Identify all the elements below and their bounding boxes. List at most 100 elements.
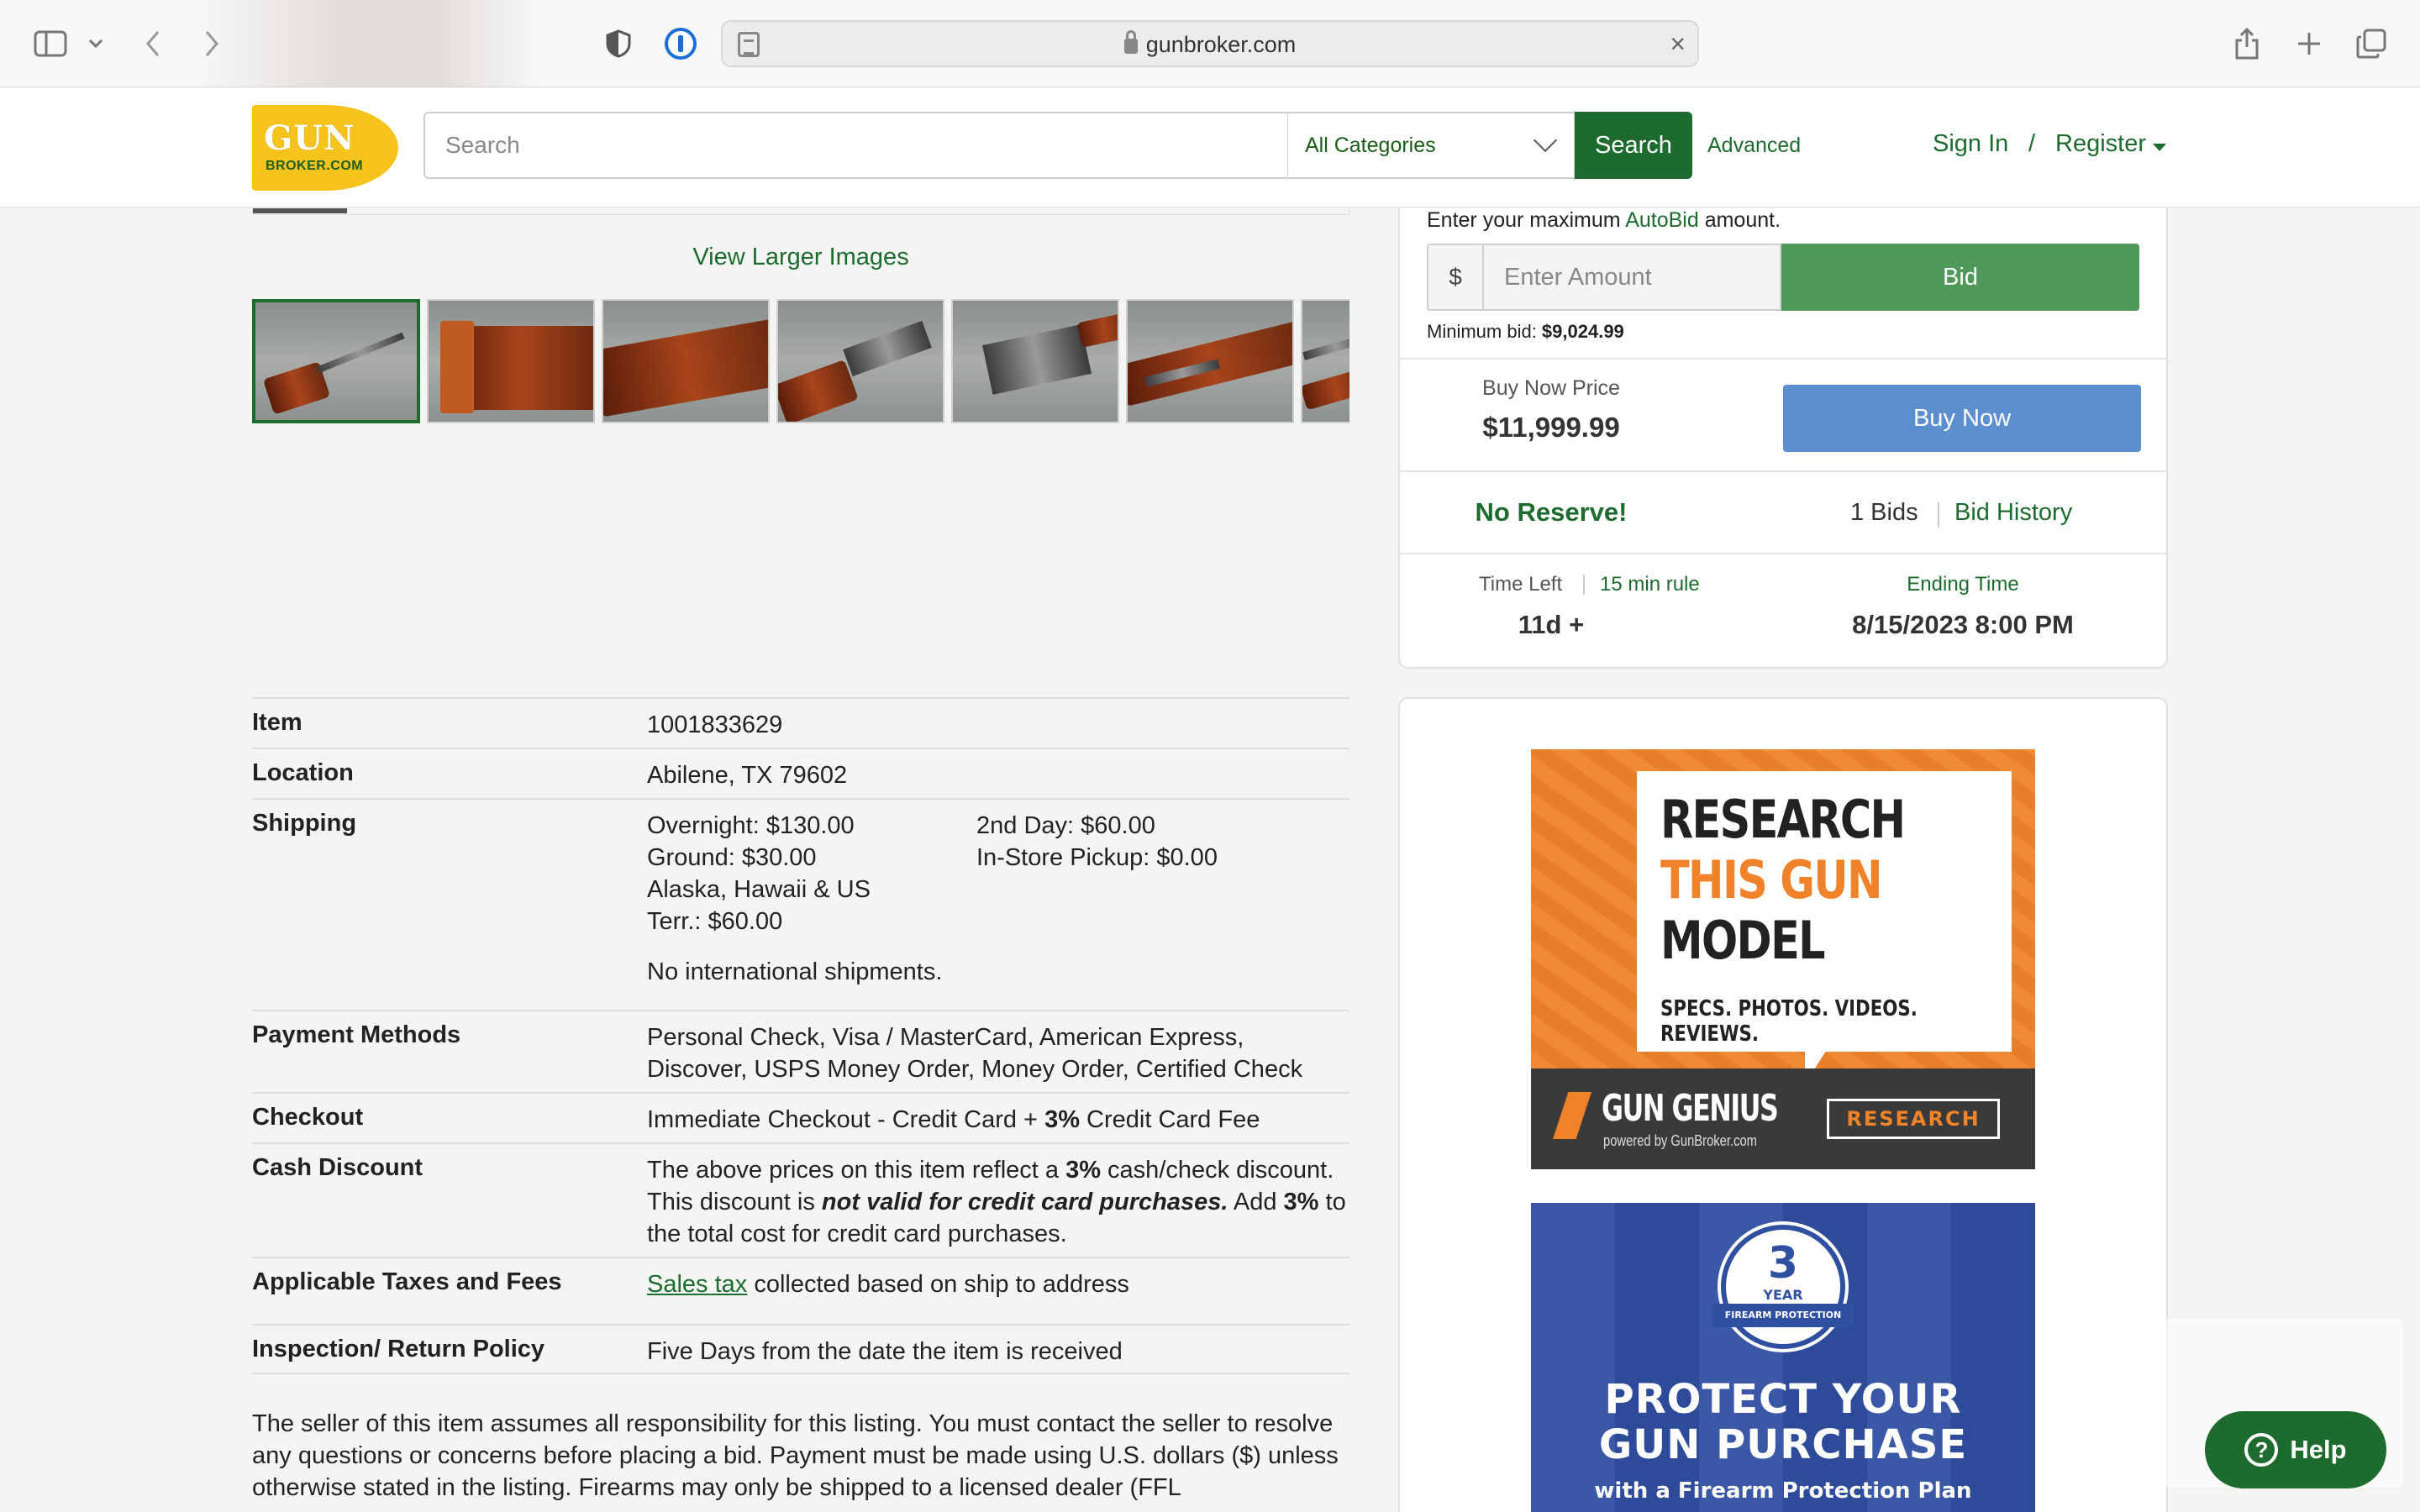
active-tab-indicator <box>253 208 347 213</box>
shipping-second-day: 2nd Day: $60.00 <box>976 812 1155 839</box>
buy-now-button[interactable]: Buy Now <box>1783 385 2141 452</box>
help-button[interactable]: ? Help <box>2205 1411 2386 1488</box>
advanced-search-link[interactable]: Advanced <box>1707 134 1801 158</box>
ending-time-value: 8/15/2023 8:00 PM <box>1852 610 2074 639</box>
sidebar-toggle-icon[interactable] <box>29 22 72 66</box>
divider <box>1400 358 2166 360</box>
share-icon[interactable] <box>2225 22 2269 66</box>
ending-time-label: Ending Time <box>1907 573 2019 596</box>
thumbnail-6[interactable] <box>1126 299 1294 423</box>
view-larger-images-link[interactable]: View Larger Images <box>252 244 1349 271</box>
cash-discount-value: The above prices on this item reflect a … <box>647 1157 1346 1247</box>
sign-in-link[interactable]: Sign In <box>1933 130 2008 158</box>
badge-year: YEAR <box>1763 1287 1803 1303</box>
shipping-in-store: In-Store Pickup: $0.00 <box>976 844 1218 871</box>
gun-genius-logo-icon <box>1553 1092 1591 1139</box>
ad-footer: GUN GENIUS powered by GunBroker.com RESE… <box>1531 1068 2035 1169</box>
bid-button[interactable]: Bid <box>1781 244 2139 311</box>
lock-icon <box>1123 30 1138 54</box>
logo-gun-text: GUN <box>264 118 355 158</box>
research-gun-ad[interactable]: RESEARCH THIS GUN MODEL SPECS. PHOTOS. V… <box>1531 749 2035 1169</box>
no-reserve-label: No Reserve! <box>1475 497 1628 527</box>
back-icon[interactable] <box>131 22 175 66</box>
gunbroker-logo[interactable]: GUN BROKER.COM <box>252 105 398 191</box>
url-text: gunbroker.com <box>1145 32 1297 57</box>
thumbnail-1[interactable] <box>252 299 420 423</box>
thumbnail-4[interactable] <box>776 299 944 423</box>
clear-url-icon[interactable]: × <box>1670 29 1686 60</box>
question-icon: ? <box>2244 1433 2279 1467</box>
shipping-ground: Ground: $30.00 <box>647 844 817 871</box>
thumbnail-strip <box>252 299 1349 425</box>
toolbar-background-blur <box>202 0 538 87</box>
thumbnail-2[interactable] <box>427 299 595 423</box>
detail-row-location: Location Abilene, TX 79602 <box>252 748 1349 798</box>
payment-methods-value: Personal Check, Visa / MasterCard, Ameri… <box>647 1024 1303 1083</box>
divider <box>1583 575 1585 595</box>
location-value: Abilene, TX 79602 <box>647 762 848 789</box>
register-link[interactable]: Register <box>2055 130 2146 158</box>
sidebar-menu-chevron-icon[interactable] <box>74 22 118 66</box>
detail-label: Payment Methods <box>252 1021 461 1048</box>
autobid-link[interactable]: AutoBid <box>1625 208 1699 232</box>
register-caret-icon[interactable] <box>2153 144 2166 151</box>
divider <box>1400 553 2166 554</box>
chevron-down-icon <box>1533 128 1558 153</box>
password-manager-icon[interactable] <box>659 22 702 66</box>
ad-headline-line2: GUN PURCHASE <box>1598 1421 1968 1468</box>
detail-label: Item <box>252 709 302 736</box>
thumbnail-5[interactable] <box>951 299 1119 423</box>
image-tabs <box>252 208 1349 215</box>
help-label: Help <box>2290 1435 2347 1464</box>
research-button[interactable]: RESEARCH <box>1827 1099 2000 1139</box>
protection-plan-ad[interactable]: 3 YEAR FIREARM PROTECTION PLAN PROTECT Y… <box>1531 1203 2035 1512</box>
detail-label: Inspection/ Return Policy <box>252 1336 545 1362</box>
sales-tax-link[interactable]: Sales tax <box>647 1271 747 1298</box>
bid-amount-input[interactable] <box>1482 244 1781 311</box>
item-number: 1001833629 <box>647 711 783 738</box>
buy-now-price: $11,999.99 <box>1482 412 1620 443</box>
seller-disclaimer: The seller of this item assumes all resp… <box>252 1410 1339 1501</box>
auth-separator: / <box>2028 130 2036 157</box>
minimum-bid: Minimum bid: $9,024.99 <box>1427 321 1624 342</box>
shipping-international-note: No international shipments. <box>647 958 943 985</box>
time-left-label: Time Left <box>1479 573 1563 596</box>
thumbnail-7[interactable] <box>1301 299 1349 423</box>
ad-panel: RESEARCH THIS GUN MODEL SPECS. PHOTOS. V… <box>1398 697 2168 1512</box>
gun-genius-brand: GUN GENIUS <box>1602 1087 1779 1130</box>
return-policy-value: Five Days from the date the item is rece… <box>647 1338 1123 1365</box>
fifteen-min-rule-link[interactable]: 15 min rule <box>1600 573 1700 596</box>
ad-headline-line3: MODEL <box>1660 910 1826 971</box>
site-header: GUN BROKER.COM All Categories Search Adv… <box>0 88 2420 207</box>
autobid-instructions: Enter your maximum AutoBid amount. <box>1427 208 1781 232</box>
gun-genius-sub: powered by GunBroker.com <box>1603 1132 1757 1149</box>
forward-icon[interactable] <box>190 22 234 66</box>
ad-headline-line2: THIS GUN <box>1660 849 1883 911</box>
taxes-value: Sales tax collected based on ship to add… <box>647 1271 1129 1298</box>
detail-row-taxes: Applicable Taxes and Fees Sales tax coll… <box>252 1257 1349 1324</box>
bids-count: 1 Bids <box>1850 499 1918 526</box>
badge-number: 3 <box>1767 1238 1799 1289</box>
bid-history-link[interactable]: Bid History <box>1954 499 2072 527</box>
shipping-terr: Terr.: $60.00 <box>647 908 783 935</box>
privacy-shield-icon[interactable] <box>597 22 640 66</box>
address-bar[interactable]: gunbroker.com × <box>721 20 1699 67</box>
detail-label: Location <box>252 759 354 786</box>
bid-panel: Enter your maximum AutoBid amount. $ Bid… <box>1398 208 2168 669</box>
search-button[interactable]: Search <box>1575 112 1692 179</box>
tab-overview-icon[interactable] <box>2349 22 2393 66</box>
search-input[interactable] <box>424 112 1289 179</box>
detail-label: Cash Discount <box>252 1154 424 1181</box>
ad-speech-card: RESEARCH THIS GUN MODEL SPECS. PHOTOS. V… <box>1637 771 2012 1052</box>
item-details-table: Item 1001833629 Location Abilene, TX 796… <box>252 697 1349 1374</box>
time-left-value: 11d + <box>1518 610 1585 639</box>
ad-headline-line1: PROTECT YOUR <box>1604 1376 1962 1423</box>
detail-row-checkout: Checkout Immediate Checkout - Credit Car… <box>252 1092 1349 1142</box>
ad-subheadline: with a Firearm Protection Plan <box>1594 1478 1972 1504</box>
category-select[interactable]: All Categories <box>1288 112 1576 179</box>
new-tab-icon[interactable] <box>2287 22 2331 66</box>
detail-row-item: Item 1001833629 <box>252 697 1349 748</box>
shipping-alaska: Alaska, Hawaii & US <box>647 876 871 903</box>
detail-row-cash-discount: Cash Discount The above prices on this i… <box>252 1142 1349 1257</box>
thumbnail-3[interactable] <box>602 299 770 423</box>
